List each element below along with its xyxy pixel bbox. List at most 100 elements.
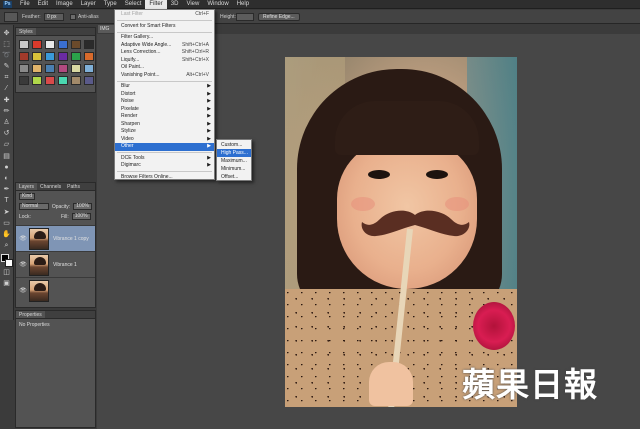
shape-tool-icon[interactable]: ▭: [2, 218, 12, 228]
visibility-eye-icon[interactable]: 👁: [19, 261, 27, 268]
filter-menu-item-distort[interactable]: Distort ▶: [115, 91, 214, 99]
style-swatch[interactable]: [58, 52, 68, 61]
other-submenu-item-high-pass[interactable]: High Pass...: [217, 149, 251, 157]
menu-window[interactable]: Window: [203, 0, 232, 9]
layer-row[interactable]: 👁 Vibrance 1 copy: [16, 225, 95, 251]
style-swatch[interactable]: [19, 76, 29, 85]
history-brush-tool-icon[interactable]: ↺: [2, 129, 12, 139]
menu-image[interactable]: Image: [52, 0, 77, 9]
filter-menu-item-sharpen[interactable]: Sharpen ▶: [115, 121, 214, 129]
lasso-tool-icon[interactable]: ➰: [2, 50, 12, 60]
tab-paths[interactable]: Paths: [64, 183, 83, 190]
style-swatch[interactable]: [19, 40, 29, 49]
type-tool-icon[interactable]: T: [2, 196, 12, 206]
zoom-tool-icon[interactable]: ⌕: [2, 241, 12, 251]
style-swatch[interactable]: [32, 40, 42, 49]
opacity-input[interactable]: 100%: [73, 203, 92, 210]
style-swatch[interactable]: [58, 64, 68, 73]
filter-menu-item-noise[interactable]: Noise ▶: [115, 98, 214, 106]
style-swatch[interactable]: [32, 52, 42, 61]
gradient-tool-icon[interactable]: ▤: [2, 151, 12, 161]
style-swatch[interactable]: [32, 76, 42, 85]
menu-help[interactable]: Help: [233, 0, 253, 9]
brush-tool-icon[interactable]: ✏: [2, 106, 12, 116]
filter-menu-item-oil-paint[interactable]: Oil Paint...: [115, 64, 214, 72]
style-swatch[interactable]: [58, 76, 68, 85]
marquee-tool-icon[interactable]: ⬚: [2, 39, 12, 49]
quick-mask-icon[interactable]: ◫: [2, 268, 12, 278]
style-swatch[interactable]: [71, 76, 81, 85]
hand-tool-icon[interactable]: ✋: [2, 229, 12, 239]
style-swatch[interactable]: [71, 52, 81, 61]
style-swatch[interactable]: [32, 64, 42, 73]
style-swatch[interactable]: [19, 64, 29, 73]
filter-menu-item-digimarc[interactable]: Digimarc ▶: [115, 162, 214, 170]
menu-select[interactable]: Select: [121, 0, 146, 9]
pen-tool-icon[interactable]: ✒: [2, 185, 12, 195]
filter-menu-item-other[interactable]: Other ▶: [115, 143, 214, 151]
style-swatch[interactable]: [45, 52, 55, 61]
style-swatch[interactable]: [19, 52, 29, 61]
style-swatch[interactable]: [45, 76, 55, 85]
other-submenu-item-custom[interactable]: Custom...: [217, 141, 251, 149]
style-swatch[interactable]: [84, 52, 94, 61]
filter-menu-item-dce-tools[interactable]: DCE Tools ▶: [115, 155, 214, 163]
filter-menu-item-filter-gallery[interactable]: Filter Gallery...: [115, 34, 214, 42]
style-swatch[interactable]: [84, 64, 94, 73]
layer-row[interactable]: 👁 Vibrance 1: [16, 251, 95, 277]
tab-layers[interactable]: Layers: [16, 183, 38, 190]
document-image[interactable]: [285, 57, 517, 407]
menu-edit[interactable]: Edit: [34, 0, 52, 9]
style-swatch[interactable]: [58, 40, 68, 49]
eraser-tool-icon[interactable]: ▱: [2, 140, 12, 150]
screen-mode-icon[interactable]: ▣: [2, 279, 12, 289]
filter-menu-item-convert-for-smart-filters[interactable]: Convert for Smart Filters: [115, 23, 214, 31]
other-submenu-item-offset[interactable]: Offset...: [217, 173, 251, 181]
style-swatch[interactable]: [84, 76, 94, 85]
filter-menu-item-liquify[interactable]: Liquify... Shift+Ctrl+X: [115, 57, 214, 65]
style-swatch[interactable]: [45, 40, 55, 49]
menu-type[interactable]: Type: [100, 0, 121, 9]
healing-brush-tool-icon[interactable]: ✚: [2, 95, 12, 105]
menu-filter[interactable]: Filter: [145, 0, 167, 9]
filter-menu-item-adaptive-wide-angle[interactable]: Adaptive Wide Angle... Shift+Ctrl+A: [115, 42, 214, 50]
feather-input[interactable]: 0 px: [44, 13, 64, 21]
height-input[interactable]: [236, 13, 254, 21]
blur-tool-icon[interactable]: ●: [2, 162, 12, 172]
style-swatch[interactable]: [45, 64, 55, 73]
path-select-tool-icon[interactable]: ➤: [2, 207, 12, 217]
style-swatch[interactable]: [71, 40, 81, 49]
menu-3d[interactable]: 3D: [167, 0, 183, 9]
filter-menu-item-blur[interactable]: Blur ▶: [115, 83, 214, 91]
filter-menu-item-vanishing-point[interactable]: Vanishing Point... Alt+Ctrl+V: [115, 72, 214, 80]
marquee-tool-icon[interactable]: [4, 12, 18, 22]
other-submenu-item-maximum[interactable]: Maximum...: [217, 157, 251, 165]
filter-menu-item-pixelate[interactable]: Pixelate ▶: [115, 106, 214, 114]
dodge-tool-icon[interactable]: ◐: [2, 173, 12, 183]
document-tab[interactable]: IMG: [98, 25, 114, 33]
visibility-eye-icon[interactable]: 👁: [19, 287, 27, 294]
filter-menu-item-video[interactable]: Video ▶: [115, 136, 214, 144]
tab-properties[interactable]: Properties: [16, 311, 45, 318]
filter-menu-item-stylize[interactable]: Stylize ▶: [115, 128, 214, 136]
tab-channels[interactable]: Channels: [37, 183, 64, 190]
menu-file[interactable]: File: [16, 0, 34, 9]
crop-tool-icon[interactable]: ⌗: [2, 73, 12, 83]
background-color[interactable]: [4, 258, 13, 267]
menu-layer[interactable]: Layer: [77, 0, 100, 9]
tab-styles[interactable]: Styles: [16, 28, 36, 35]
color-swatches[interactable]: [0, 253, 13, 268]
fill-input[interactable]: 100%: [71, 213, 91, 220]
antialias-checkbox[interactable]: [70, 14, 76, 20]
clone-stamp-tool-icon[interactable]: ♙: [2, 118, 12, 128]
style-swatch[interactable]: [71, 64, 81, 73]
menu-view[interactable]: View: [182, 0, 203, 9]
visibility-eye-icon[interactable]: 👁: [19, 235, 27, 242]
kind-filter[interactable]: Kind: [19, 193, 36, 200]
filter-menu-item-browse-filters-online[interactable]: Browse Filters Online...: [115, 174, 214, 182]
style-swatch[interactable]: [84, 40, 94, 49]
blend-mode-select[interactable]: Normal: [19, 203, 49, 210]
quick-select-tool-icon[interactable]: ✎: [2, 62, 12, 72]
layer-row[interactable]: 👁: [16, 277, 95, 303]
refine-edge-button[interactable]: Refine Edge...: [258, 13, 300, 21]
